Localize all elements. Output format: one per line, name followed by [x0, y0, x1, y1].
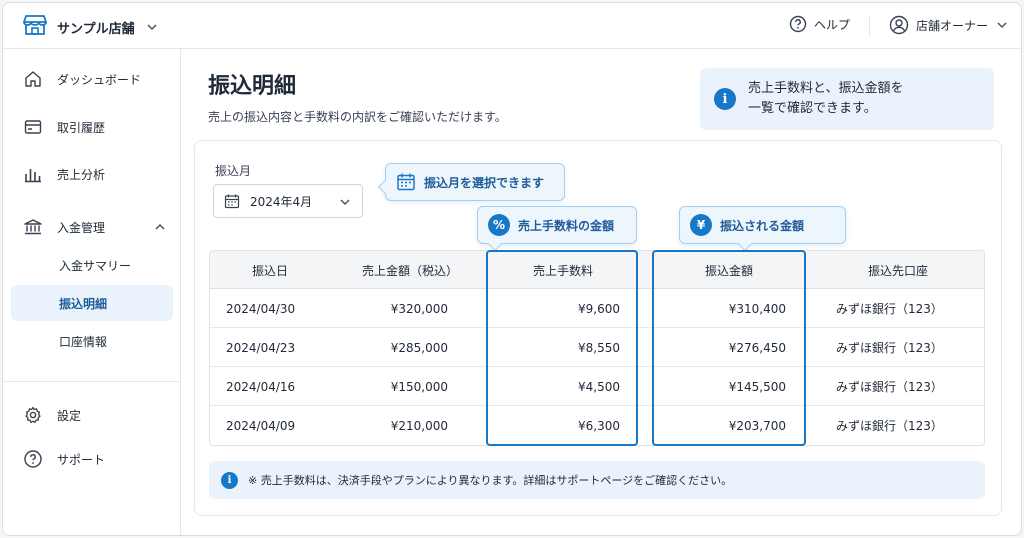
calendar-icon	[397, 173, 415, 191]
info-icon: i	[714, 88, 736, 110]
sidebar-item-analytics[interactable]: 売上分析	[23, 164, 105, 184]
sidebar-item-label: ダッシュボード	[57, 72, 142, 87]
percent-icon: %	[488, 214, 510, 236]
owner-label: 店舗オーナー	[916, 18, 989, 33]
cell-sales: ¥320,000	[390, 301, 448, 316]
month-callout-text: 振込月を選択できます	[424, 175, 545, 190]
transfer-callout: ¥ 振込される金額	[679, 206, 846, 252]
bank-icon	[24, 219, 42, 235]
chevron-up-icon	[155, 223, 165, 230]
sidebar-item-label: 売上分析	[57, 167, 106, 182]
chevron-down-icon	[340, 199, 350, 206]
column-header-date: 振込日	[251, 263, 288, 278]
sidebar-item-support[interactable]: サポート	[23, 449, 105, 469]
page-title: 振込明細	[208, 74, 297, 99]
cell-date: 2024/04/23	[226, 340, 296, 355]
month-select[interactable]: 2024年4月	[213, 184, 363, 218]
transfer-table: 振込日 売上金額（税込） 売上手数料 振込金額 振込先口座 2024/04/30…	[209, 250, 985, 446]
table-header: 振込日 売上金額（税込） 売上手数料 振込金額 振込先口座	[210, 251, 984, 289]
cell-transfer: ¥310,400	[728, 301, 786, 316]
help-link[interactable]: ヘルプ	[789, 15, 850, 33]
sidebar-subitem-label: 口座情報	[59, 334, 108, 349]
calendar-icon	[224, 194, 240, 209]
yen-icon: ¥	[690, 214, 712, 236]
account-menu[interactable]: 店舗オーナー	[889, 15, 1009, 35]
footnote-text: ※ 売上手数料は、決済手段やプランにより異なります。詳細はサポートページをご確認…	[248, 474, 733, 487]
sidebar-item-dashboard[interactable]: ダッシュボード	[23, 69, 141, 89]
table-row: 2024/04/16 ¥150,000 ¥4,500 ¥145,500 みずほ銀…	[210, 367, 984, 406]
sidebar: ダッシュボード 取引履歴 売上分析 入金管理 入金サマリー 振込明細 口座情報 …	[3, 49, 181, 535]
cell-fee: ¥9,600	[578, 301, 620, 316]
fee-callout: % 売上手数料の金額	[477, 206, 637, 252]
sidebar-item-deposits[interactable]: 入金管理	[23, 217, 167, 237]
table-row: 2024/04/30 ¥320,000 ¥9,600 ¥310,400 みずほ銀…	[210, 289, 984, 328]
column-header-transfer: 振込金額	[704, 263, 753, 278]
sidebar-subitem-label: 入金サマリー	[59, 258, 132, 273]
cell-transfer: ¥145,500	[728, 379, 786, 394]
sidebar-item-label: 設定	[57, 408, 82, 423]
cell-sales: ¥210,000	[390, 418, 448, 433]
sidebar-item-settings[interactable]: 設定	[23, 405, 81, 425]
month-value: 2024年4月	[250, 194, 313, 209]
help-circle-icon	[789, 15, 807, 33]
sidebar-subitem-account-info[interactable]: 口座情報	[11, 323, 173, 359]
gear-icon	[25, 406, 41, 424]
store-icon	[23, 14, 47, 40]
cell-date: 2024/04/16	[226, 379, 296, 394]
cell-fee: ¥6,300	[578, 418, 620, 433]
table-row: 2024/04/23 ¥285,000 ¥8,550 ¥276,450 みずほ銀…	[210, 328, 984, 367]
cell-sales: ¥285,000	[390, 340, 448, 355]
sidebar-subitem-transfer-details[interactable]: 振込明細	[11, 285, 173, 321]
cell-account: みずほ銀行（123）	[836, 302, 943, 316]
home-icon	[25, 71, 41, 87]
top-bar: サンプル店舗 ヘルプ 店舗オーナー	[3, 3, 1021, 49]
info-banner: i 売上手数料と、振込金額を 一覧で確認できます。	[700, 68, 994, 130]
cell-fee: ¥4,500	[578, 379, 620, 394]
cell-date: 2024/04/09	[226, 418, 296, 433]
sidebar-divider	[3, 381, 181, 382]
cell-transfer: ¥203,700	[728, 418, 786, 433]
month-callout: 振込月を選択できます	[377, 163, 565, 201]
chevron-down-icon	[147, 24, 157, 31]
info-text-line1: 売上手数料と、振込金額を	[748, 81, 904, 96]
user-avatar-icon	[889, 15, 909, 35]
store-switcher[interactable]: サンプル店舗	[23, 14, 159, 40]
bar-chart-icon	[25, 169, 41, 183]
sidebar-item-label: サポート	[57, 452, 106, 467]
sidebar-subitem-label: 振込明細	[59, 296, 108, 311]
cell-account: みずほ銀行（123）	[836, 341, 943, 355]
info-text: 売上手数料と、振込金額を 一覧で確認できます。	[748, 79, 948, 119]
table-row: 2024/04/09 ¥210,000 ¥6,300 ¥203,700 みずほ銀…	[210, 406, 984, 445]
chevron-down-icon	[997, 22, 1007, 29]
card-icon	[24, 120, 42, 134]
cell-date: 2024/04/30	[226, 301, 296, 316]
question-icon	[24, 450, 42, 468]
footnote-banner: i ※ 売上手数料は、決済手段やプランにより異なります。詳細はサポートページをご…	[209, 461, 985, 499]
column-header-account: 振込先口座	[867, 263, 928, 278]
cell-account: みずほ銀行（123）	[836, 419, 943, 433]
info-text-line2: 一覧で確認できます。	[748, 101, 877, 116]
page-subtitle: 売上の振込内容と手数料の内訳をご確認いただけます。	[208, 110, 507, 124]
info-icon: i	[221, 471, 238, 489]
month-label: 振込月	[215, 164, 252, 178]
sidebar-item-label: 入金管理	[57, 220, 106, 235]
sidebar-item-label: 取引履歴	[57, 120, 106, 135]
column-header-sales: 売上金額（税込）	[361, 263, 458, 278]
cell-fee: ¥8,550	[578, 340, 620, 355]
header-divider	[869, 15, 870, 37]
column-header-fee: 売上手数料	[532, 263, 593, 278]
sidebar-subitem-deposit-summary[interactable]: 入金サマリー	[11, 247, 173, 283]
cell-account: みずほ銀行（123）	[836, 380, 943, 394]
help-label: ヘルプ	[814, 17, 851, 32]
cell-transfer: ¥276,450	[728, 340, 786, 355]
store-name: サンプル店舗	[57, 21, 135, 37]
fee-callout-text: 売上手数料の金額	[518, 218, 615, 233]
transfer-callout-text: 振込される金額	[720, 218, 805, 233]
sidebar-item-transactions[interactable]: 取引履歴	[23, 117, 105, 137]
cell-sales: ¥150,000	[390, 379, 448, 394]
